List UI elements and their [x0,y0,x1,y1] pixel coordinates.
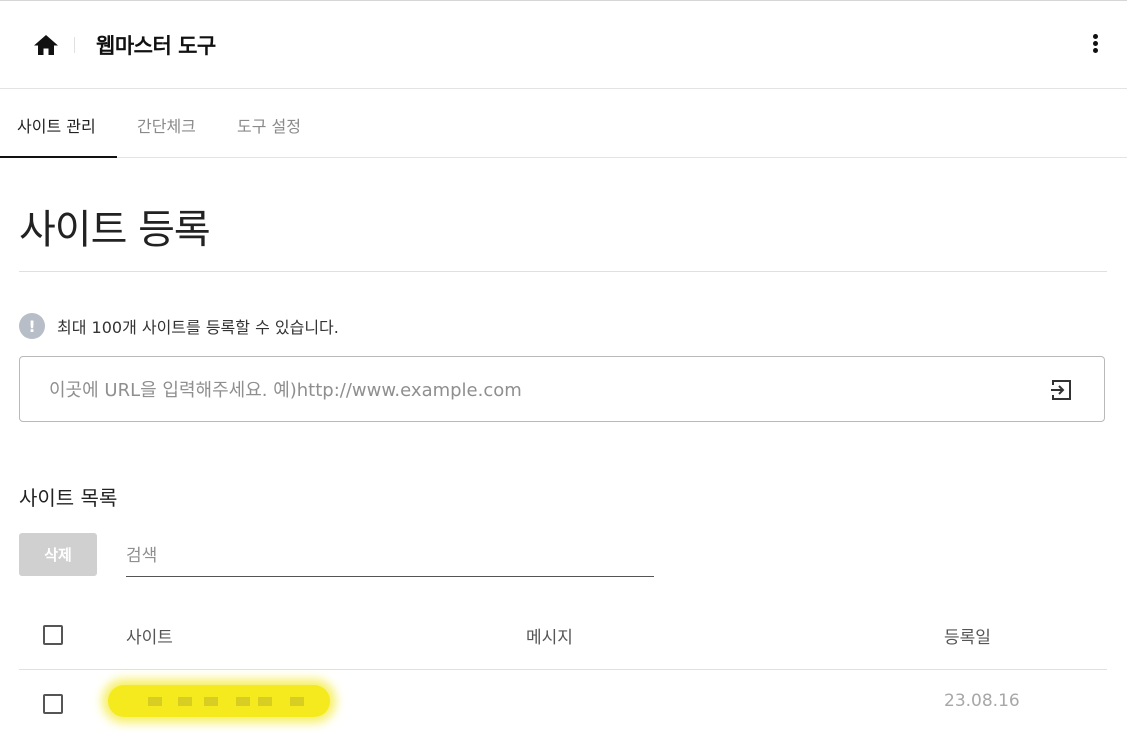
table-header-divider [19,669,1107,670]
select-all-checkbox[interactable] [43,625,63,645]
info-icon: ! [19,313,45,339]
tab-quick-check[interactable]: 간단체크 [137,113,196,137]
tab-site-management[interactable]: 사이트 관리 [17,113,96,137]
notice-text: 최대 100개 사이트를 등록할 수 있습니다. [57,318,339,337]
column-header-message: 메시지 [526,628,573,648]
app-header: 웹마스터 도구 [0,1,1127,89]
notice: ! 최대 100개 사이트를 등록할 수 있습니다. [19,313,339,339]
tab-bar: 사이트 관리 간단체크 도구 설정 [0,89,1127,158]
delete-button[interactable]: 삭제 [19,533,97,576]
title-divider [19,271,1107,272]
active-tab-indicator [0,156,117,158]
more-vertical-icon[interactable] [1089,34,1101,56]
home-icon[interactable] [33,33,59,57]
header-divider [74,37,75,53]
page-title: 사이트 등록 [19,207,211,253]
url-input[interactable] [47,369,1031,411]
site-link-redacted[interactable] [108,685,330,717]
enter-icon[interactable] [1048,377,1074,403]
column-header-date: 등록일 [944,628,991,648]
column-header-site: 사이트 [126,628,173,648]
app-title: 웹마스터 도구 [96,34,216,58]
search-input[interactable] [126,536,654,577]
site-list-title: 사이트 목록 [19,486,118,510]
row-date: 23.08.16 [944,691,1020,711]
tab-tool-settings[interactable]: 도구 설정 [237,113,301,137]
row-checkbox[interactable] [43,694,63,714]
url-input-box [19,356,1105,422]
